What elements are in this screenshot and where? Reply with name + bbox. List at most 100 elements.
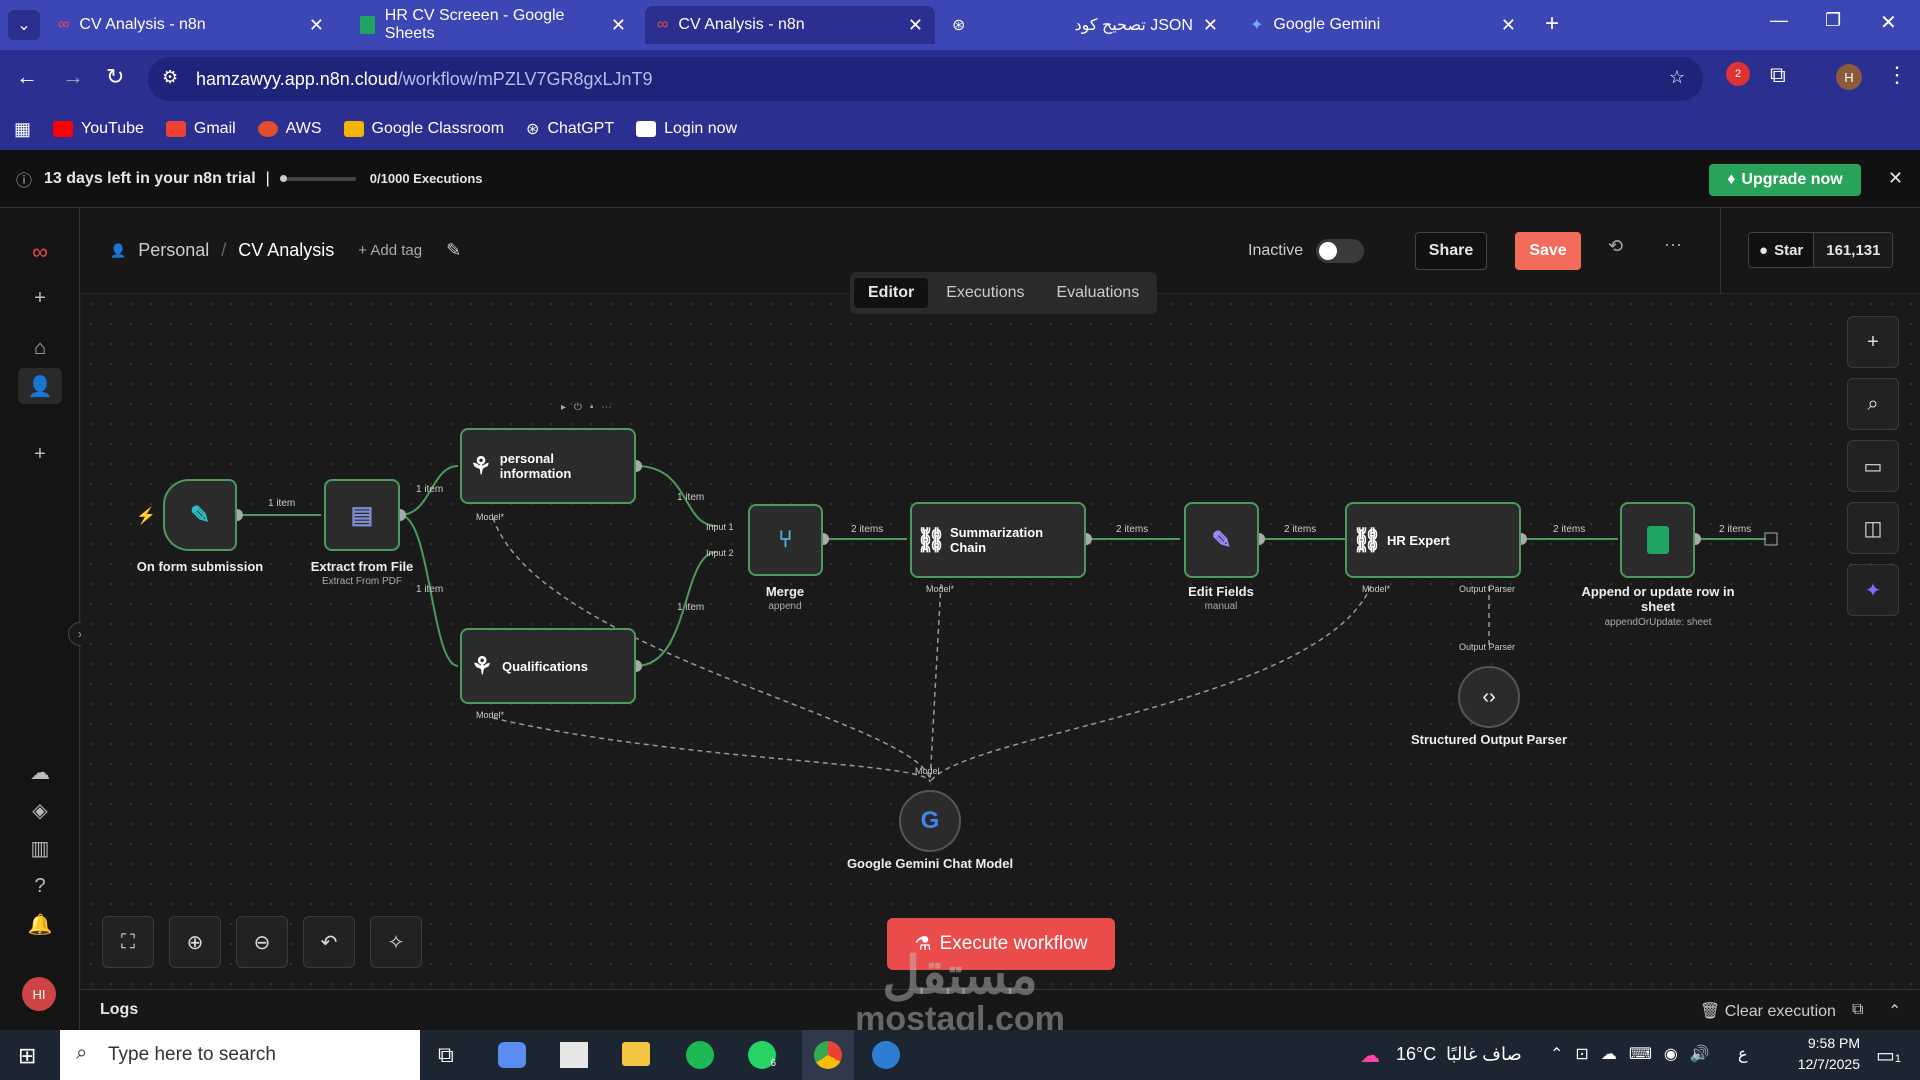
ai-assistant-icon[interactable]: ✦ <box>1847 564 1899 616</box>
search-nodes-icon[interactable]: ⌕ <box>1847 378 1899 430</box>
sticky-note-icon[interactable]: ▭ <box>1847 440 1899 492</box>
tab-hr-sheets[interactable]: HR CV Screeen - Google Sheets ✕ <box>348 6 638 44</box>
history-icon[interactable]: ⟲ <box>1608 236 1623 257</box>
clock-date[interactable]: 12/7/2025 <box>1770 1056 1860 1072</box>
bookmark-aws[interactable]: AWS <box>257 120 322 138</box>
taskbar-search-input[interactable]: ⌕ Type here to search <box>60 1030 420 1080</box>
edge-icon[interactable] <box>872 1041 900 1069</box>
save-button[interactable]: Save <box>1515 232 1581 270</box>
edit-description-icon[interactable]: ✎ <box>446 240 461 261</box>
add-tag-button[interactable]: + Add tag <box>358 242 422 259</box>
bookmark-star-icon[interactable]: ☆ <box>1669 67 1685 88</box>
chrome-taskbar-item[interactable] <box>802 1030 854 1080</box>
node-personal-information[interactable]: ⚘ personal information <box>460 428 636 504</box>
notification-center-icon[interactable]: ▭1 <box>1876 1043 1901 1068</box>
new-tab-icon[interactable]: + <box>1545 10 1559 38</box>
more-options-icon[interactable]: ··· <box>1664 234 1682 255</box>
active-toggle[interactable] <box>1316 239 1364 263</box>
dismiss-banner-icon[interactable]: ✕ <box>1888 168 1903 189</box>
close-tab-icon[interactable]: ✕ <box>1501 15 1516 36</box>
system-tray-icons[interactable]: ⌃⊡☁⌨◉🔊 <box>1550 1044 1722 1064</box>
n8n-logo-icon[interactable]: ∞ <box>18 234 62 270</box>
tab-json-fix[interactable]: ⊛ تصحيح كود JSON ✕ <box>940 6 1230 44</box>
create-icon[interactable]: + <box>18 280 62 316</box>
restore-icon[interactable]: ❐ <box>1825 10 1841 31</box>
node-merge[interactable]: ⑂ <box>748 504 823 576</box>
share-button[interactable]: Share <box>1415 232 1487 270</box>
logs-panel[interactable]: Logs 🗑 Clear execution ⧉ ⌃ <box>80 989 1920 1030</box>
help-icon[interactable]: ? <box>18 868 62 904</box>
notifications-bell-icon[interactable]: 🔔 <box>18 906 62 942</box>
store-icon[interactable] <box>560 1042 588 1068</box>
file-explorer-icon[interactable] <box>622 1042 650 1066</box>
profile-avatar[interactable]: H <box>1836 64 1862 90</box>
task-view-icon[interactable]: ⧉ <box>438 1042 454 1068</box>
cloud-icon[interactable]: ☁ <box>18 754 62 790</box>
tab-evaluations[interactable]: Evaluations <box>1042 278 1153 308</box>
upgrade-button[interactable]: ♦ Upgrade now <box>1709 164 1861 196</box>
workflow-canvas[interactable]: ⚡ ✎ On form submission ▤ Extract from Fi… <box>81 294 1920 989</box>
bookmark-classroom[interactable]: Google Classroom <box>343 120 504 138</box>
bookmark-login[interactable]: Login now <box>636 120 737 138</box>
tidy-up-icon[interactable]: ✧ <box>370 916 422 968</box>
node-qualifications[interactable]: ⚘ Qualifications <box>460 628 636 704</box>
bookmark-chatgpt[interactable]: ⊛ ChatGPT <box>526 119 614 139</box>
site-info-icon[interactable]: ⚙ <box>162 67 178 88</box>
windows-start-icon[interactable]: ⊞ <box>18 1043 36 1069</box>
fit-view-icon[interactable]: ⛶ <box>102 916 154 968</box>
tab-gemini[interactable]: ✦ Google Gemini ✕ <box>1238 6 1528 44</box>
close-tab-icon[interactable]: ✕ <box>908 15 923 36</box>
personal-icon[interactable]: 👤 <box>18 368 62 404</box>
forward-icon[interactable]: → <box>62 64 84 90</box>
node-summarization-chain[interactable]: ⛓ Summarization Chain <box>910 502 1086 578</box>
close-tab-icon[interactable]: ✕ <box>1203 15 1218 36</box>
bookmark-gmail[interactable]: Gmail <box>165 120 236 138</box>
breadcrumb-project[interactable]: Personal <box>138 240 209 261</box>
tab-cv-analysis-active[interactable]: ∞ CV Analysis - n8n ✕ <box>645 6 935 44</box>
tab-executions[interactable]: Executions <box>932 278 1038 308</box>
url-input[interactable]: ⚙ hamzawyy.app.n8n.cloud /workflow/mPZLV… <box>148 57 1703 101</box>
node-hr-expert[interactable]: ⛓ HR Expert <box>1345 502 1521 578</box>
node-structured-output-parser[interactable]: ‹› <box>1458 666 1520 728</box>
templates-icon[interactable]: ◈ <box>18 792 62 828</box>
add-project-icon[interactable]: + <box>18 436 62 472</box>
tab-editor[interactable]: Editor <box>854 278 929 308</box>
reload-icon[interactable]: ↻ <box>106 64 124 90</box>
panel-toggle-icon[interactable]: ◫ <box>1847 502 1899 554</box>
workflow-name[interactable]: CV Analysis <box>238 240 334 261</box>
language-indicator[interactable]: ع <box>1738 1044 1748 1064</box>
minimize-icon[interactable]: — <box>1770 10 1788 31</box>
extensions-puzzle-icon[interactable]: ⧉ <box>1770 62 1786 88</box>
bookmark-youtube[interactable]: YouTube <box>53 120 144 138</box>
apps-grid-icon[interactable]: ▦ <box>14 119 31 140</box>
add-node-icon[interactable]: + <box>1847 316 1899 368</box>
node-google-sheets[interactable] <box>1620 502 1695 578</box>
spotify-icon[interactable] <box>686 1041 714 1069</box>
close-tab-icon[interactable]: ✕ <box>611 15 626 36</box>
zoom-out-icon[interactable]: ⊖ <box>236 916 288 968</box>
home-icon[interactable]: ⌂ <box>18 330 62 366</box>
clock-time[interactable]: 9:58 PM <box>1770 1035 1860 1051</box>
clear-execution-button[interactable]: 🗑 Clear execution <box>1700 1001 1836 1021</box>
zoom-in-icon[interactable]: ⊕ <box>169 916 221 968</box>
node-toolbar[interactable]: ▸⏻▪⋯ <box>561 402 619 413</box>
undo-icon[interactable]: ↶ <box>303 916 355 968</box>
close-tab-icon[interactable]: ✕ <box>309 15 324 36</box>
whatsapp-icon[interactable]: 6 <box>748 1041 776 1069</box>
github-star-button[interactable]: ● Star 161,131 <box>1748 232 1894 268</box>
insights-icon[interactable]: ▥ <box>18 830 62 866</box>
menu-kebab-icon[interactable]: ⋮ <box>1886 62 1908 88</box>
node-edit-fields[interactable]: ✎ <box>1184 502 1259 578</box>
tab-search-icon[interactable]: ⌄ <box>8 10 40 40</box>
window-close-icon[interactable]: ✕ <box>1880 10 1897 35</box>
user-avatar[interactable]: HI <box>22 977 56 1011</box>
execute-workflow-button[interactable]: ⚗ Execute workflow <box>887 918 1115 970</box>
back-icon[interactable]: ← <box>16 64 38 90</box>
popout-icon[interactable]: ⧉ <box>1852 1001 1863 1019</box>
chevron-up-icon[interactable]: ⌃ <box>1888 1001 1901 1021</box>
copilot-icon[interactable] <box>498 1042 526 1068</box>
node-form-trigger[interactable]: ✎ <box>163 479 237 551</box>
tab-cv-analysis-1[interactable]: ∞ CV Analysis - n8n ✕ <box>46 6 336 44</box>
node-google-gemini[interactable]: G <box>899 790 961 852</box>
node-extract-from-file[interactable]: ▤ <box>324 479 400 551</box>
